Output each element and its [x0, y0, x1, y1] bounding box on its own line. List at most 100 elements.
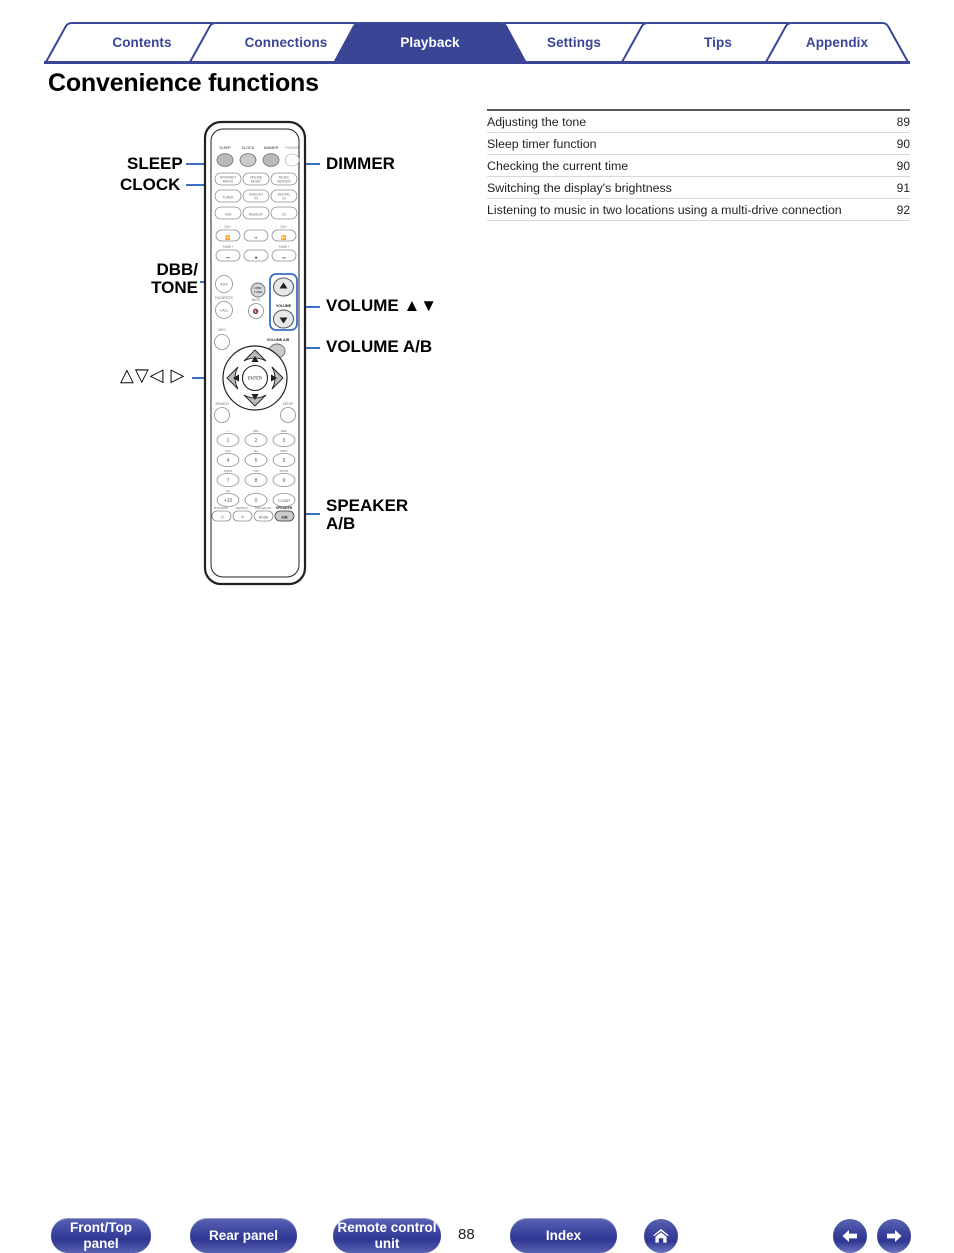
remote-clock-button: [239, 153, 257, 167]
rear-panel-button[interactable]: Rear panel: [190, 1218, 297, 1253]
svg-text:INFO: INFO: [218, 328, 226, 332]
toc-item-adjusting-the-tone[interactable]: Adjusting the tone 89: [487, 111, 910, 133]
svg-text:3: 3: [283, 438, 286, 444]
svg-text:MUTE: MUTE: [251, 298, 260, 302]
remote-control-label-line1: Remote control: [337, 1220, 437, 1236]
toc-item-page: 90: [896, 137, 910, 151]
svg-text:5: 5: [255, 458, 258, 464]
remote-control-label-line2: unit: [374, 1235, 400, 1251]
svg-text:␣: ␣: [255, 489, 257, 493]
remote-dimmer-button: [262, 153, 280, 167]
callout-speaker-line1: SPEAKER: [326, 496, 409, 515]
callout-dbb-tone-line1: DBB/: [156, 260, 198, 279]
svg-text:SPEAKER: SPEAKER: [276, 506, 293, 510]
svg-text:4: 4: [227, 458, 230, 464]
tab-playback-label: Playback: [400, 34, 460, 50]
toc-item-title: Sleep timer function: [487, 137, 597, 151]
svg-text:FAVORITES: FAVORITES: [215, 296, 233, 300]
svg-text:2: 2: [255, 438, 258, 444]
svg-text:⏩: ⏩: [281, 235, 286, 240]
tab-appendix[interactable]: Appendix: [764, 22, 910, 62]
callout-dbb-tone-line2: TONE: [151, 278, 198, 298]
svg-text:↻: ↻: [241, 514, 244, 519]
svg-text:CH +: CH +: [280, 225, 287, 229]
toc-item-page: 90: [896, 159, 910, 173]
callout-sleep: SLEEP: [127, 154, 183, 173]
main-tab-bar: Contents Connections Playback Settings T…: [44, 22, 910, 64]
page-title: Convenience functions: [48, 69, 319, 97]
svg-text:CLEAR: CLEAR: [278, 499, 290, 503]
svg-text:⏭: ⏭: [282, 255, 286, 260]
remote-search-button: [214, 407, 230, 423]
toc-item-page: 91: [896, 181, 910, 195]
toc-item-checking-the-current-time[interactable]: Checking the current time 90: [487, 155, 910, 177]
toc-item-page: 89: [896, 115, 910, 129]
table-of-contents: Adjusting the tone 89 Sleep timer functi…: [487, 109, 910, 221]
svg-text:GHI: GHI: [225, 449, 231, 453]
svg-text:MODE: MODE: [259, 515, 269, 519]
svg-text:. / –: . / –: [225, 429, 230, 433]
svg-text:ADD: ADD: [220, 283, 228, 287]
svg-text:JKL: JKL: [253, 449, 259, 453]
svg-text:TUV: TUV: [253, 469, 259, 473]
svg-text:ABC: ABC: [253, 429, 260, 433]
home-button[interactable]: [644, 1219, 678, 1253]
tab-connections-label: Connections: [244, 34, 328, 50]
svg-text:9: 9: [283, 478, 286, 484]
home-icon: [652, 1229, 670, 1243]
svg-text:6: 6: [283, 458, 286, 464]
callout-clock: CLOCK: [120, 175, 181, 194]
svg-text:Bluetooth: Bluetooth: [249, 213, 263, 217]
toc-item-page: 92: [896, 203, 910, 217]
svg-text:RANDOM: RANDOM: [214, 506, 228, 510]
svg-text:+10: +10: [224, 498, 233, 504]
svg-text:0: 0: [255, 498, 258, 504]
front-top-panel-label-line2: panel: [83, 1235, 119, 1251]
svg-text:SETUP: SETUP: [283, 402, 294, 406]
svg-text:WXYZ: WXYZ: [280, 469, 289, 473]
svg-text:8: 8: [255, 478, 258, 484]
front-top-panel-button[interactable]: Front/Top panel: [51, 1218, 151, 1253]
callout-cursor-keys: △▽◁ ▷: [120, 365, 186, 385]
index-label: Index: [545, 1227, 582, 1243]
callout-dbb-tone: DBB/ TONE: [130, 260, 198, 298]
svg-text:1: 1: [227, 438, 230, 444]
toc-item-sleep-timer-function[interactable]: Sleep timer function 90: [487, 133, 910, 155]
svg-text:DEF: DEF: [281, 429, 287, 433]
svg-text:TUNER: TUNER: [222, 196, 234, 200]
svg-text:SERVER: SERVER: [277, 180, 291, 184]
callout-volume-ab: VOLUME A/B: [326, 337, 433, 356]
svg-text:TUNE +: TUNE +: [278, 245, 290, 249]
next-page-button[interactable]: [877, 1219, 911, 1253]
svg-text:CLOCK: CLOCK: [242, 146, 255, 150]
callout-speaker-line2: A/B: [326, 514, 356, 534]
index-button[interactable]: Index: [510, 1218, 617, 1253]
svg-text:SEARCH: SEARCH: [215, 402, 229, 406]
remote-sleep-button: [216, 153, 234, 167]
svg-text:a/A: a/A: [226, 489, 231, 493]
toc-item-listening-two-locations[interactable]: Listening to music in two locations usin…: [487, 199, 910, 221]
toc-item-title: Checking the current time: [487, 159, 629, 173]
svg-text:⏯: ⏯: [254, 235, 257, 240]
svg-text:REPEAT: REPEAT: [236, 506, 248, 510]
svg-text:CALL: CALL: [220, 309, 229, 313]
svg-text:CH +: CH +: [224, 225, 231, 229]
remote-source-buttons: INTERNETRADIO ONLINEMUSIC MUSICSERVER TU…: [214, 172, 298, 220]
svg-text:CD: CD: [282, 213, 287, 217]
remote-control-unit-button[interactable]: Remote control unit: [333, 1218, 441, 1253]
svg-text:VOLUME A/B: VOLUME A/B: [267, 338, 290, 342]
rear-panel-label: Rear panel: [208, 1227, 279, 1243]
toc-item-switching-displays-brightness[interactable]: Switching the display's brightness 91: [487, 177, 910, 199]
svg-text:7: 7: [227, 478, 230, 484]
svg-text:MNO: MNO: [281, 449, 289, 453]
tab-contents-label: Contents: [112, 34, 172, 50]
svg-text:VOLUME: VOLUME: [276, 304, 292, 308]
svg-text:MUSIC: MUSIC: [251, 180, 262, 184]
svg-text:PQRS: PQRS: [224, 469, 233, 473]
svg-text:DIMMER: DIMMER: [264, 146, 279, 150]
previous-page-button[interactable]: [833, 1219, 867, 1253]
svg-text:A/B: A/B: [281, 515, 288, 519]
arrow-left-icon: [842, 1230, 857, 1242]
svg-text:USB: USB: [225, 213, 233, 217]
svg-text:⏪: ⏪: [225, 235, 230, 240]
